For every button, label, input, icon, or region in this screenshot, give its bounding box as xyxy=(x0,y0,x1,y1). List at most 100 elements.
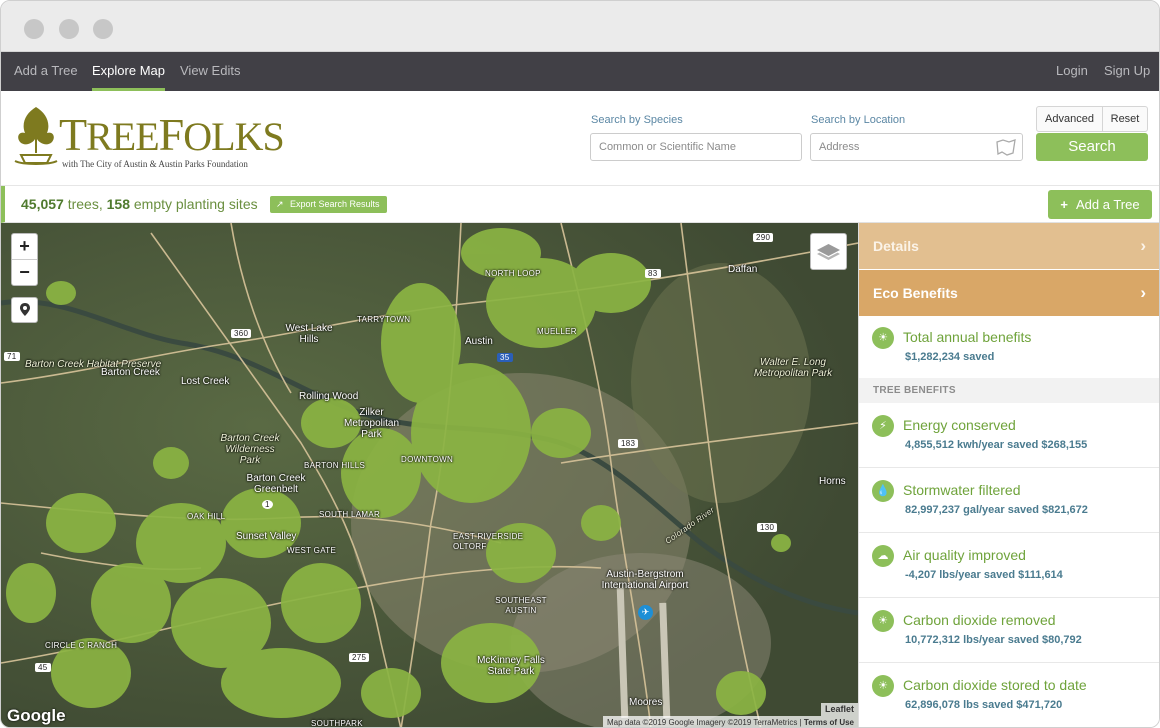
shield-45: 45 xyxy=(35,663,51,672)
results-summary: 45,057 trees, 158 empty planting sites xyxy=(21,196,258,212)
search-header: TREEFOLKS with The City of Austin & Aust… xyxy=(1,91,1159,186)
map-label-west-gate: WEST GATE xyxy=(287,546,337,555)
map-label-barton-hills: BARTON HILLS xyxy=(304,461,366,470)
attribution-text: Map data ©2019 Google Imagery ©2019 Terr… xyxy=(606,718,798,727)
benefit-value: 4,855,512 kwh/year saved $268,155 xyxy=(905,439,1088,451)
logo-wordmark[interactable]: TREEFOLKS xyxy=(59,112,285,159)
benefit-title: Air quality improved xyxy=(903,547,1026,563)
species-field[interactable] xyxy=(590,133,802,161)
map-label-southeast-austin: SOUTHEAST AUSTIN xyxy=(495,596,547,615)
benefit-value: -4,207 lbs/year saved $111,614 xyxy=(905,569,1063,581)
sun-icon: ☀ xyxy=(872,610,894,632)
layers-button[interactable] xyxy=(810,233,847,270)
benefit-co2-removed: ☀ Carbon dioxide removed 10,772,312 lbs/… xyxy=(859,598,1159,663)
sun-icon: ☀ xyxy=(872,675,894,697)
window-titlebar xyxy=(1,1,1159,52)
map-label-barton-creek: Barton Creek xyxy=(101,367,160,378)
map-label-southpark: SOUTHPARK xyxy=(311,719,363,728)
map-label-mueller: MUELLER xyxy=(537,327,577,336)
results-summary-bar: 45,057 trees, 158 empty planting sites ↗… xyxy=(1,186,1159,223)
browser-window: Add a Tree Explore Map View Edits Login … xyxy=(0,0,1160,728)
chevron-right-icon: › xyxy=(1140,283,1146,302)
add-tree-label: Add a Tree xyxy=(1075,197,1140,212)
window-minimize-dot[interactable] xyxy=(59,19,79,39)
species-label: Search by Species xyxy=(591,114,683,126)
nav-add-tree[interactable]: Add a Tree xyxy=(14,52,78,91)
nav-signup[interactable]: Sign Up xyxy=(1104,52,1150,91)
nav-explore-map[interactable]: Explore Map xyxy=(92,52,165,91)
window-close-dot[interactable] xyxy=(24,19,44,39)
plus-icon: + xyxy=(1060,197,1068,212)
tree-logo-icon[interactable] xyxy=(13,105,59,167)
benefit-total: ☀ Total annual benefits $1,282,234 saved xyxy=(859,316,1159,378)
map-label-zilker: Zilker Metropolitan Park xyxy=(344,407,400,440)
shield-1: 1 xyxy=(262,500,273,509)
water-drop-icon: 💧 xyxy=(872,480,894,502)
shield-183: 183 xyxy=(618,439,639,448)
tree-benefits-header: TREE BENEFITS xyxy=(859,378,1159,403)
zoom-control: + − xyxy=(11,233,38,286)
map-label-circle-c: CIRCLE C RANCH xyxy=(45,641,118,650)
benefit-stormwater: 💧 Stormwater filtered 82,997,237 gal/yea… xyxy=(859,468,1159,533)
top-nav: Add a Tree Explore Map View Edits Login … xyxy=(1,52,1159,91)
lightning-icon: ⚡ xyxy=(872,415,894,437)
shield-130: 130 xyxy=(757,523,778,532)
shield-71: 71 xyxy=(4,352,20,361)
sun-icon: ☀ xyxy=(872,327,894,349)
google-logo: Google xyxy=(7,706,66,725)
shield-360: 360 xyxy=(231,329,252,338)
species-input[interactable] xyxy=(591,134,801,160)
map-canvas[interactable]: Barton Creek Habitat Preserve Barton Cre… xyxy=(1,223,858,728)
external-link-icon: ↗ xyxy=(276,199,284,209)
eco-benefits-label: Eco Benefits xyxy=(873,285,958,301)
benefit-title: Total annual benefits xyxy=(903,329,1032,345)
export-results-button[interactable]: ↗ Export Search Results xyxy=(270,196,387,213)
location-pin-icon xyxy=(19,303,30,316)
benefit-co2-stored: ☀ Carbon dioxide stored to date 62,896,0… xyxy=(859,663,1159,727)
map-label-south-lamar: SOUTH LAMAR xyxy=(319,510,381,519)
satellite-map-base xyxy=(1,223,858,727)
map-outline-icon[interactable] xyxy=(995,139,1017,156)
location-field[interactable] xyxy=(810,133,1023,161)
map-label-north-loop: NORTH LOOP xyxy=(485,269,541,278)
nav-login[interactable]: Login xyxy=(1056,52,1088,91)
map-label-lost-creek: Lost Creek xyxy=(181,376,230,387)
location-input[interactable] xyxy=(811,134,1022,160)
advanced-button[interactable]: Advanced xyxy=(1036,106,1103,132)
terms-link[interactable]: Terms of Use xyxy=(804,718,854,727)
search-button[interactable]: Search xyxy=(1036,133,1148,161)
zoom-out-button[interactable]: − xyxy=(12,260,37,286)
map-label-sunset-valley: Sunset Valley xyxy=(236,531,297,542)
map-label-daffan: Daffan xyxy=(728,264,758,275)
benefit-title: Carbon dioxide stored to date xyxy=(903,677,1087,693)
map-label-west-lake-hills: West Lake Hills xyxy=(285,323,333,345)
chevron-right-icon: › xyxy=(1140,236,1146,255)
map-label-tarrytown: TARRYTOWN xyxy=(357,315,411,324)
trees-word: trees, xyxy=(67,196,103,212)
nav-view-edits[interactable]: View Edits xyxy=(180,52,240,91)
airport-marker-icon[interactable]: ✈ xyxy=(638,605,653,620)
add-tree-button[interactable]: + Add a Tree xyxy=(1048,190,1152,219)
export-label: Export Search Results xyxy=(290,199,380,209)
benefit-value: $1,282,234 saved xyxy=(905,351,995,363)
tree-count: 45,057 xyxy=(21,196,64,212)
zoom-in-button[interactable]: + xyxy=(12,234,37,260)
details-accordion[interactable]: Details › xyxy=(859,223,1159,269)
map-label-rolling-wood: Rolling Wood xyxy=(299,391,359,402)
reset-button[interactable]: Reset xyxy=(1102,106,1148,132)
benefit-title: Energy conserved xyxy=(903,417,1016,433)
map-label-downtown: DOWNTOWN xyxy=(401,455,454,464)
eco-benefits-accordion[interactable]: Eco Benefits › xyxy=(859,270,1159,316)
locate-button[interactable] xyxy=(11,297,38,323)
map-label-airport: Austin-Bergstrom International Airport xyxy=(601,569,689,591)
sites-word: empty planting sites xyxy=(133,196,258,212)
details-label: Details xyxy=(873,238,919,254)
window-maximize-dot[interactable] xyxy=(93,19,113,39)
leaflet-credit[interactable]: Leaflet xyxy=(820,703,858,716)
benefit-title: Stormwater filtered xyxy=(903,482,1021,498)
map-label-mckinney: McKinney Falls State Park xyxy=(477,655,545,677)
details-panel: Details › Eco Benefits › ☀ Total annual … xyxy=(858,223,1159,727)
location-label: Search by Location xyxy=(811,114,906,126)
map-label-east-riverside: EAST RIVERSIDE OLTORF xyxy=(453,532,524,551)
logo-subtitle: with The City of Austin & Austin Parks F… xyxy=(62,159,248,169)
